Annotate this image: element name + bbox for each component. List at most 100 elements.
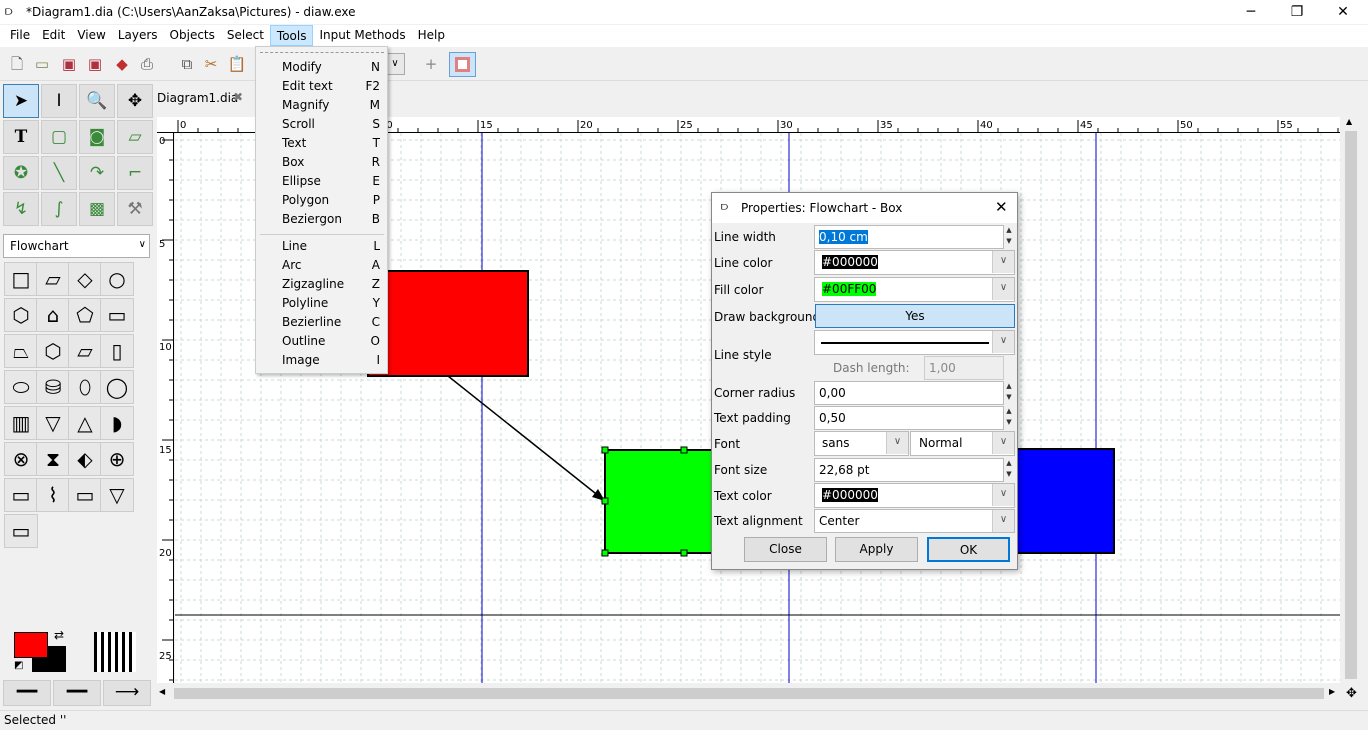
menu-file[interactable]: File bbox=[4, 25, 36, 46]
menu-help[interactable]: Help bbox=[412, 25, 451, 46]
tool-zigzagline[interactable]: ⌐ bbox=[117, 156, 153, 190]
flowchart-shape-17[interactable]: ▥ bbox=[4, 406, 38, 440]
navigate-icon[interactable]: ✥ bbox=[1346, 686, 1357, 701]
zoom-dropdown-chevron-icon[interactable]: ∨ bbox=[385, 53, 405, 75]
tool-image[interactable]: ⚒ bbox=[117, 192, 153, 226]
menu-item-outline[interactable]: Outline O bbox=[282, 334, 382, 353]
tool-bezierline[interactable]: ∫ bbox=[41, 192, 77, 226]
flowchart-shape-7[interactable]: ⬠ bbox=[68, 298, 102, 332]
text-padding-input[interactable]: 0,50 bbox=[814, 406, 1004, 430]
cut-icon[interactable]: ✂ bbox=[200, 54, 222, 74]
menu-item-zigzagline[interactable]: Zigzagline Z bbox=[282, 277, 382, 296]
maximize-button[interactable]: ❐ bbox=[1274, 0, 1320, 24]
menu-item-bezierline[interactable]: Bezierline C bbox=[282, 315, 382, 334]
vertical-scroll-thumb[interactable] bbox=[1345, 131, 1357, 679]
fill-color-select[interactable]: #00FF00 ∨ bbox=[814, 277, 1015, 302]
flowchart-shape-11[interactable]: ⏥ bbox=[68, 334, 102, 368]
flowchart-shape-8[interactable]: ▭ bbox=[100, 298, 134, 332]
paste-icon[interactable]: 📋 bbox=[226, 54, 248, 74]
flowchart-shape-4[interactable]: ○ bbox=[100, 262, 134, 296]
dialog-close-button[interactable]: ✕ bbox=[995, 198, 1008, 216]
tool-edit-text[interactable]: I bbox=[41, 84, 77, 118]
tool-outline[interactable]: ▩ bbox=[79, 192, 115, 226]
dash-length-input[interactable]: 1,00 bbox=[924, 356, 1004, 380]
minimize-button[interactable]: ─ bbox=[1228, 0, 1274, 24]
flowchart-shape-13[interactable]: ⬭ bbox=[4, 370, 38, 404]
tool-polyline[interactable]: ↯ bbox=[3, 192, 39, 226]
menu-item-modify[interactable]: Modify N bbox=[282, 60, 382, 79]
sheet-select[interactable]: Flowchart ∨ bbox=[3, 234, 150, 258]
flowchart-shape-15[interactable]: ⬯ bbox=[68, 370, 102, 404]
flowchart-shape-1[interactable]: □ bbox=[4, 262, 38, 296]
flowchart-shape-26[interactable]: ⌇ bbox=[36, 478, 70, 512]
ok-button[interactable]: OK bbox=[927, 537, 1010, 562]
menu-item-arc[interactable]: Arc A bbox=[282, 258, 382, 277]
flowchart-shape-24[interactable]: ⊕ bbox=[100, 442, 134, 476]
apply-button[interactable]: Apply bbox=[835, 537, 918, 562]
menu-layers[interactable]: Layers bbox=[112, 25, 164, 46]
line-width-spinner[interactable]: ▲ ▼ bbox=[1004, 225, 1014, 247]
menu-item-polyline[interactable]: Polyline Y bbox=[282, 296, 382, 315]
start-arrow-button[interactable]: ━━ bbox=[3, 680, 51, 706]
flowchart-shape-16[interactable]: ◯ bbox=[100, 370, 134, 404]
horizontal-scrollbar[interactable]: ◀ ▶ bbox=[157, 686, 1342, 701]
corner-radius-spinner[interactable]: ▲ ▼ bbox=[1004, 381, 1014, 403]
flowchart-shape-20[interactable]: ◗ bbox=[100, 406, 134, 440]
swap-colors-icon[interactable]: ⇄ bbox=[54, 628, 64, 642]
flowchart-shape-29[interactable]: ▭ bbox=[4, 514, 38, 548]
flowchart-shape-18[interactable]: ▽ bbox=[36, 406, 70, 440]
line-style-select[interactable]: ∨ bbox=[814, 330, 1015, 355]
menu-input-methods[interactable]: Input Methods bbox=[313, 25, 411, 46]
menu-item-scroll[interactable]: Scroll S bbox=[282, 117, 382, 136]
flowchart-shape-21[interactable]: ⊗ bbox=[4, 442, 38, 476]
tearoff-line[interactable] bbox=[260, 52, 384, 53]
flowchart-shape-19[interactable]: △ bbox=[68, 406, 102, 440]
flowchart-shape-10[interactable]: ⬡ bbox=[36, 334, 70, 368]
menu-edit[interactable]: Edit bbox=[36, 25, 71, 46]
menu-select[interactable]: Select bbox=[221, 25, 270, 46]
flowchart-shape-25[interactable]: ▭ bbox=[4, 478, 38, 512]
save-icon[interactable]: ▣ bbox=[58, 54, 80, 74]
print-icon[interactable]: ⎙ bbox=[136, 54, 158, 74]
save-as-icon[interactable]: ▣ bbox=[84, 54, 106, 74]
flowchart-shape-6[interactable]: ⌂ bbox=[36, 298, 70, 332]
font-size-spinner[interactable]: ▲ ▼ bbox=[1004, 458, 1014, 480]
new-icon[interactable]: 🗋 bbox=[6, 54, 28, 74]
flowchart-shape-27[interactable]: ▭ bbox=[68, 478, 102, 512]
end-arrow-button[interactable]: ⟶ bbox=[103, 680, 151, 706]
tool-scroll[interactable]: ✥ bbox=[117, 84, 153, 118]
tool-line[interactable]: ╲ bbox=[41, 156, 77, 190]
tool-beziergon[interactable]: ✪ bbox=[3, 156, 39, 190]
text-alignment-select[interactable]: Center ∨ bbox=[814, 509, 1015, 533]
foreground-color-swatch[interactable] bbox=[14, 632, 48, 658]
tool-magnify[interactable]: 🔍 bbox=[79, 84, 115, 118]
text-color-select[interactable]: #000000 ∨ bbox=[814, 483, 1015, 508]
scroll-left-icon[interactable]: ◀ bbox=[159, 687, 165, 696]
tool-arc[interactable]: ↷ bbox=[79, 156, 115, 190]
draw-background-toggle[interactable]: Yes bbox=[815, 304, 1015, 328]
vertical-scrollbar[interactable]: ▲ bbox=[1342, 117, 1360, 683]
line-color-select[interactable]: #000000 ∨ bbox=[814, 250, 1015, 275]
menu-objects[interactable]: Objects bbox=[164, 25, 221, 46]
reset-colors-icon[interactable]: ◩ bbox=[14, 660, 23, 671]
line-width-input[interactable]: 0,10 cm bbox=[814, 225, 1004, 249]
flowchart-shape-28[interactable]: ▽ bbox=[100, 478, 134, 512]
font-family-select[interactable]: sans ∨ bbox=[814, 431, 909, 456]
close-window-button[interactable]: ✕ bbox=[1320, 0, 1366, 24]
menu-item-line[interactable]: Line L bbox=[282, 239, 382, 258]
flowchart-shape-22[interactable]: ⧗ bbox=[36, 442, 70, 476]
snap-to-objects-button[interactable] bbox=[449, 52, 476, 77]
flowchart-shape-12[interactable]: ▯ bbox=[100, 334, 134, 368]
tool-text[interactable]: T bbox=[3, 120, 39, 154]
flowchart-shape-3[interactable]: ◇ bbox=[68, 262, 102, 296]
menu-item-edit-text[interactable]: Edit text F2 bbox=[282, 79, 382, 98]
menu-item-text[interactable]: Text T bbox=[282, 136, 382, 155]
font-size-input[interactable]: 22,68 pt bbox=[814, 458, 1004, 482]
menu-item-ellipse[interactable]: Ellipse E bbox=[282, 174, 382, 193]
flowchart-shape-2[interactable]: ▱ bbox=[36, 262, 70, 296]
flowchart-shape-14[interactable]: ⛁ bbox=[36, 370, 70, 404]
flowchart-shape-5[interactable]: ⬡ bbox=[4, 298, 38, 332]
scroll-right-icon[interactable]: ▶ bbox=[1329, 687, 1335, 696]
close-tab-icon[interactable]: ✖ bbox=[233, 90, 243, 104]
menu-item-beziergon[interactable]: Beziergon B bbox=[282, 212, 382, 231]
